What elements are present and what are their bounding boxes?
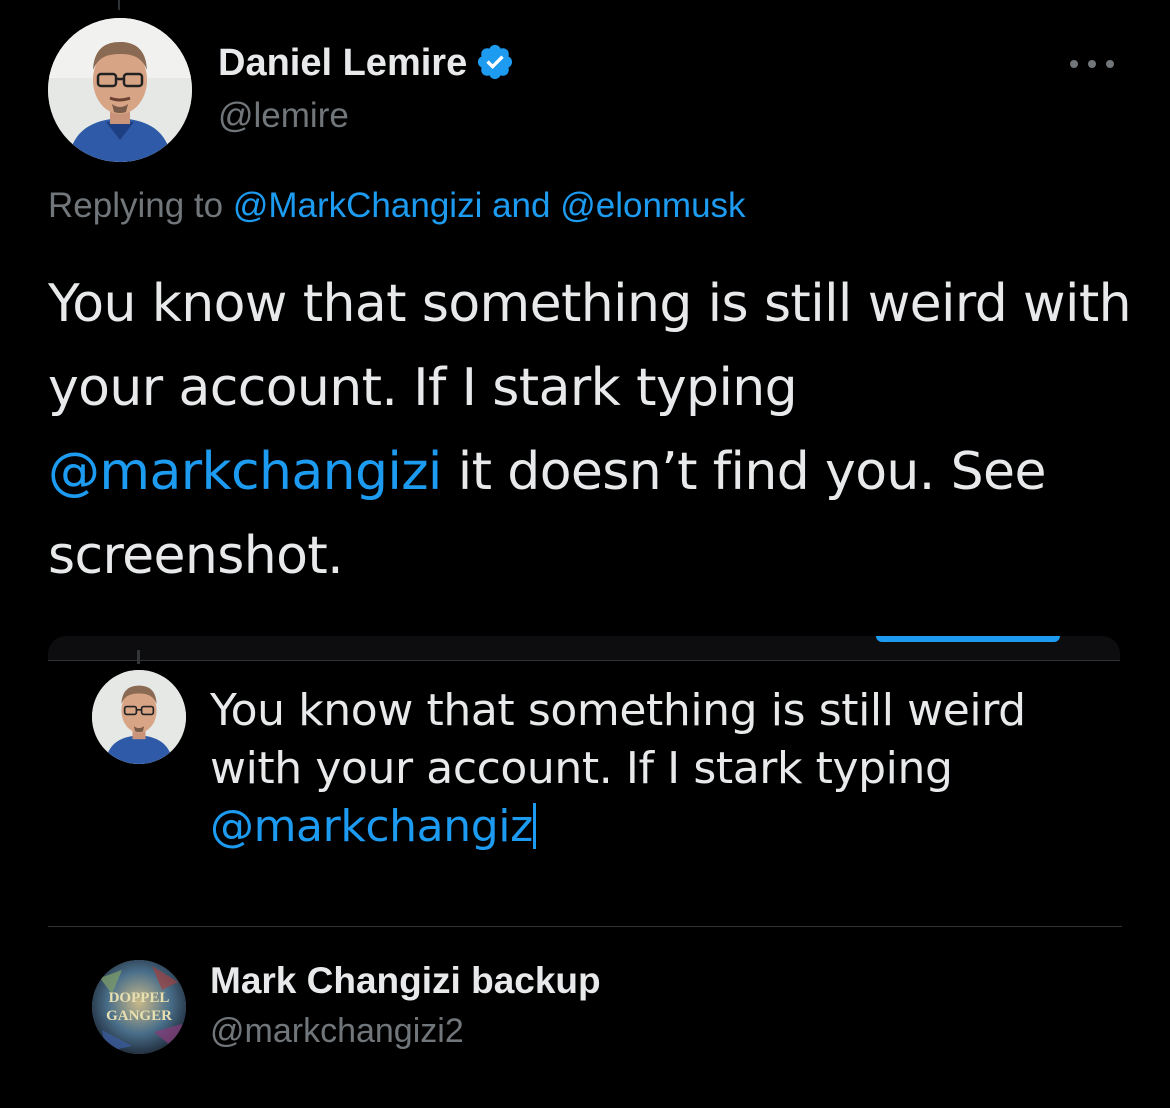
screenshot-reply-button-edge	[876, 636, 1060, 642]
screenshot-top-divider	[48, 660, 1120, 661]
avatar-text-line2: GANGER	[106, 1008, 172, 1024]
author-name-text: Daniel Lemire	[218, 42, 468, 84]
screenshot-compose-text: You know that something is still weird w…	[210, 682, 1110, 856]
tweet-text-part1: You know that something is still weird w…	[48, 274, 1132, 418]
replying-prefix: Replying to	[48, 186, 224, 225]
reply-joiner[interactable]: and	[492, 186, 550, 225]
author-name[interactable]: Daniel Lemire	[218, 42, 515, 85]
author-handle[interactable]: @lemire	[218, 96, 349, 136]
suggestion-handle: @markchangizi2	[210, 1012, 464, 1050]
more-dots-icon[interactable]	[1066, 50, 1118, 78]
tweet-mention-link[interactable]: @markchangizi	[48, 442, 442, 502]
avatar-text-line1: DOPPEL	[109, 990, 170, 1006]
replying-to-line: Replying to @MarkChangizi and @elonmusk	[48, 186, 746, 226]
screenshot-compose-avatar	[92, 670, 186, 764]
verified-badge-icon	[478, 44, 513, 80]
reply-mention-markchangizi[interactable]: @MarkChangizi	[233, 186, 483, 225]
author-avatar[interactable]	[48, 18, 192, 162]
compose-text-body: You know that something is still weird w…	[210, 685, 1026, 794]
suggestion-divider	[48, 926, 1122, 927]
suggestion-name: Mark Changizi backup	[210, 960, 601, 1001]
compose-mention: @markchangiz	[210, 801, 533, 852]
tweet-text: You know that something is still weird w…	[48, 262, 1138, 598]
screenshot-thread-connector	[137, 650, 140, 664]
suggestion-avatar: DOPPEL GANGER	[92, 960, 186, 1054]
author-avatar-image	[48, 18, 192, 162]
doppelganger-avatar-image: DOPPEL GANGER	[92, 960, 186, 1054]
reply-mention-elonmusk[interactable]: @elonmusk	[560, 186, 745, 225]
screenshot-compose-avatar-image	[92, 670, 186, 764]
thread-connector-top	[118, 0, 120, 10]
text-caret	[532, 803, 536, 849]
